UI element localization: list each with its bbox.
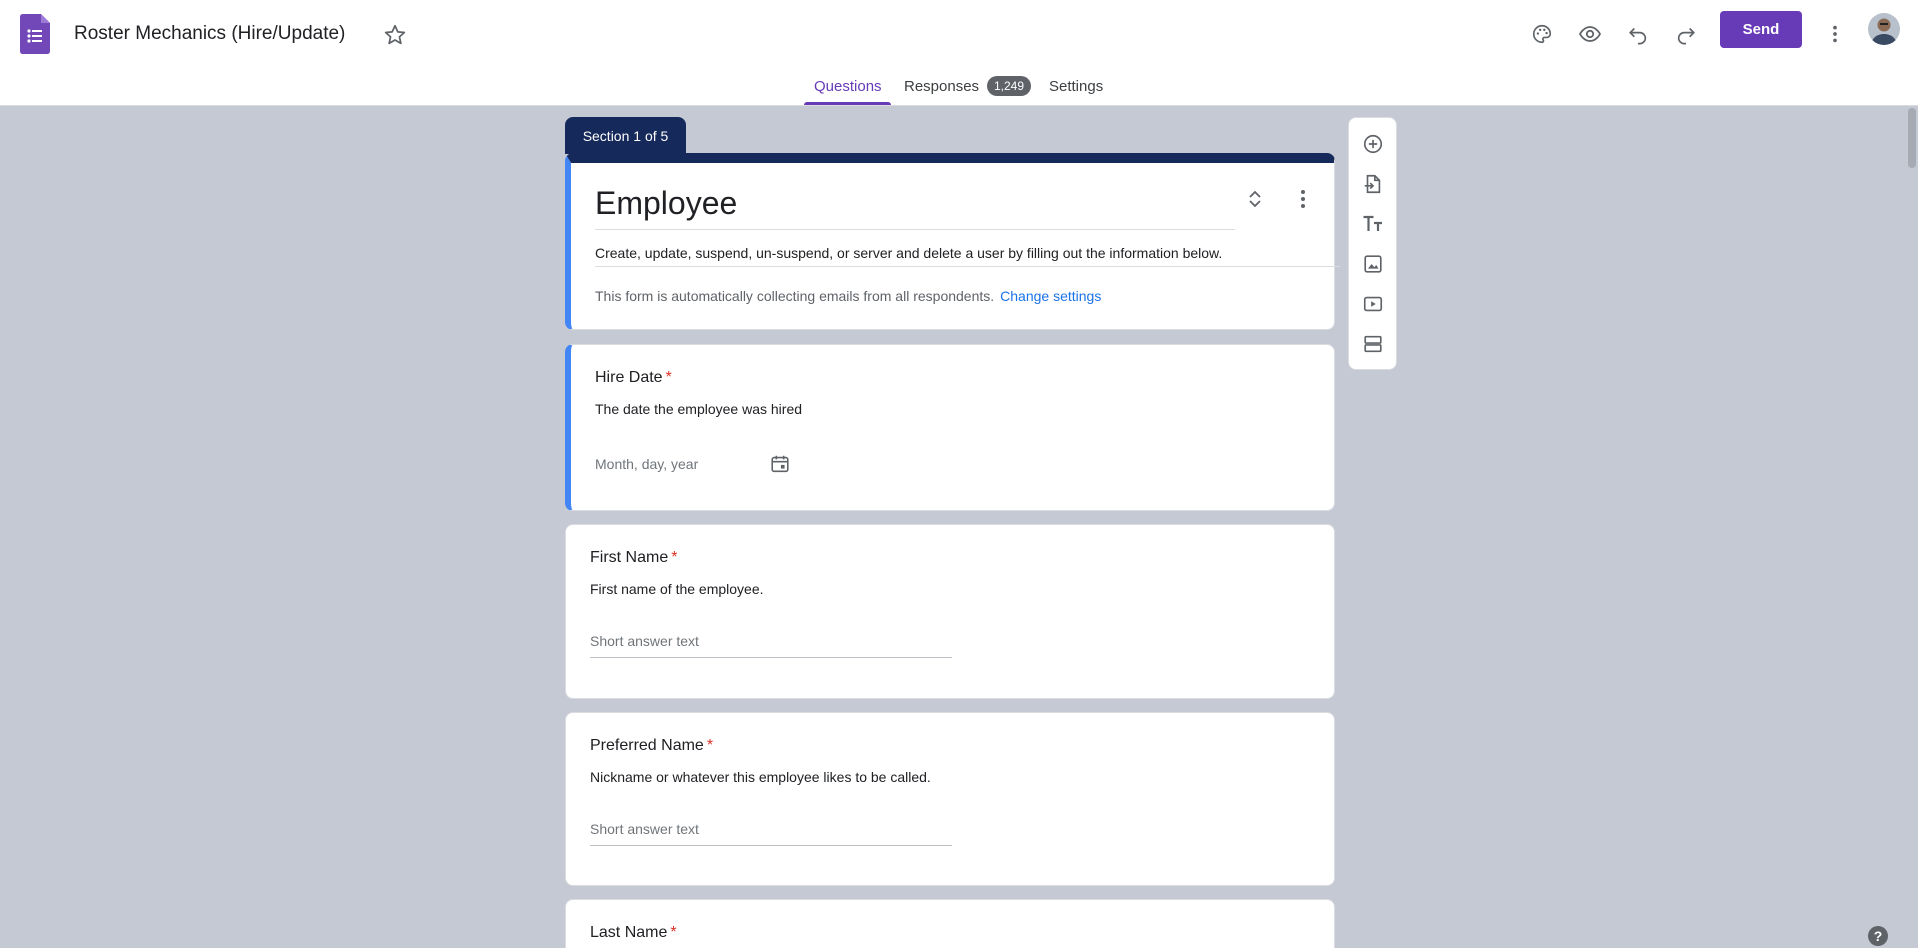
question-card-last-name[interactable]: Last Name * — [565, 899, 1335, 948]
collapse-icon[interactable] — [1243, 187, 1267, 211]
undo-icon[interactable] — [1618, 14, 1658, 54]
question-card-hire-date[interactable]: Hire Date * The date the employee was hir… — [565, 344, 1335, 511]
question-description: The date the employee was hired — [595, 401, 803, 417]
question-title-text: Hire Date — [595, 369, 663, 386]
form-description[interactable]: Create, update, suspend, un-suspend, or … — [595, 245, 1222, 261]
scroll-thumb[interactable] — [1908, 108, 1916, 168]
section-label: Section 1 of 5 — [565, 117, 686, 154]
answer-underline — [590, 845, 952, 846]
send-button[interactable]: Send — [1720, 11, 1802, 48]
avatar[interactable] — [1868, 13, 1900, 45]
question-toolbar — [1348, 117, 1397, 370]
add-image-icon[interactable] — [1357, 248, 1389, 280]
add-section-icon[interactable] — [1357, 328, 1389, 360]
question-description: Nickname or whatever this employee likes… — [590, 769, 931, 785]
change-settings-link[interactable]: Change settings — [1000, 288, 1101, 304]
active-tab-indicator — [804, 102, 891, 105]
calendar-icon[interactable] — [769, 453, 791, 475]
title-underline — [595, 229, 1235, 230]
tab-questions[interactable]: Questions — [814, 78, 882, 95]
question-title: Preferred Name * — [590, 737, 713, 755]
add-title-icon[interactable] — [1357, 208, 1389, 240]
top-bar: Roster Mechanics (Hire/Update) Send Ques… — [0, 0, 1918, 106]
tab-settings[interactable]: Settings — [1049, 78, 1103, 95]
required-asterisk: * — [706, 737, 714, 754]
more-vert-icon[interactable] — [1815, 14, 1855, 54]
email-note-text: This form is automatically collecting em… — [595, 288, 995, 304]
import-questions-icon[interactable] — [1357, 168, 1389, 200]
add-video-icon[interactable] — [1357, 288, 1389, 320]
question-title: Last Name * — [590, 924, 677, 942]
date-placeholder: Month, day, year — [595, 456, 699, 472]
preview-eye-icon[interactable] — [1570, 14, 1610, 54]
responses-count-badge: 1,249 — [987, 76, 1032, 96]
short-answer-placeholder: Short answer text — [590, 821, 699, 837]
form-header-card[interactable]: Employee Create, update, suspend, un-sus… — [565, 153, 1340, 330]
short-answer-placeholder: Short answer text — [590, 633, 699, 649]
question-title-text: Last Name — [590, 924, 668, 941]
question-card-first-name[interactable]: First Name * First name of the employee. … — [565, 524, 1335, 699]
required-asterisk: * — [670, 924, 677, 941]
document-title[interactable]: Roster Mechanics (Hire/Update) — [74, 23, 345, 45]
redo-icon[interactable] — [1666, 14, 1706, 54]
question-title-text: First Name — [590, 549, 669, 566]
form-title[interactable]: Employee — [595, 185, 737, 222]
question-title: First Name * — [590, 549, 677, 567]
help-icon[interactable]: ? — [1868, 926, 1888, 946]
forms-icon[interactable] — [20, 14, 50, 54]
more-vert-icon[interactable] — [1291, 187, 1315, 211]
tab-responses[interactable]: Responses — [904, 78, 979, 95]
question-description: First name of the employee. — [590, 581, 764, 597]
description-underline — [595, 266, 1340, 267]
star-icon[interactable] — [382, 22, 408, 48]
add-question-icon[interactable] — [1357, 128, 1389, 160]
required-asterisk: * — [671, 549, 678, 566]
email-collection-note: This form is automatically collecting em… — [595, 288, 1101, 304]
palette-icon[interactable] — [1522, 14, 1562, 54]
required-asterisk: * — [665, 369, 672, 386]
question-card-preferred-name[interactable]: Preferred Name * Nickname or whatever thi… — [565, 712, 1335, 886]
question-title: Hire Date * — [595, 369, 672, 387]
tab-bar: Questions Responses 1,249 Settings — [0, 72, 1918, 106]
answer-underline — [590, 657, 952, 658]
question-title-text: Preferred Name — [590, 737, 704, 754]
page-scrollbar[interactable] — [1906, 106, 1918, 948]
